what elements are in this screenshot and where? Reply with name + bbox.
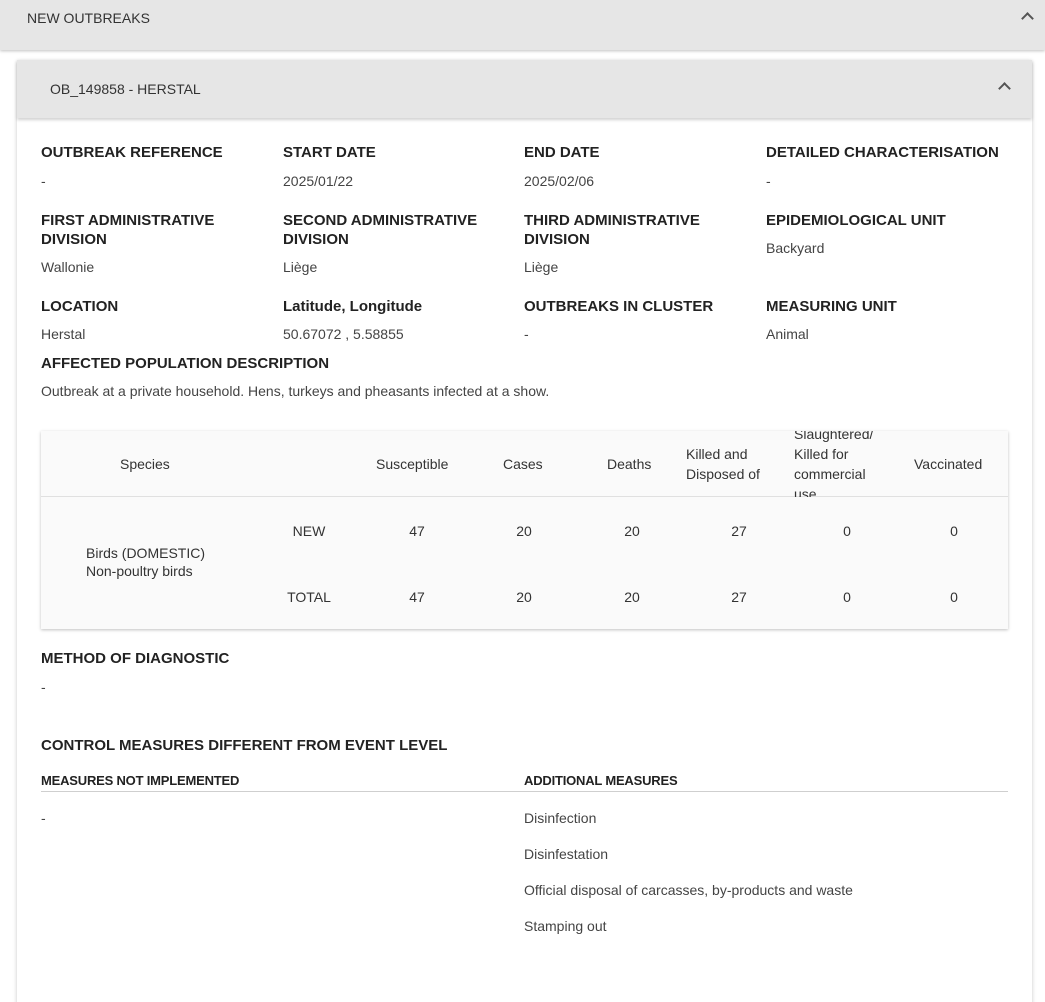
list-item: Disinfection [524, 810, 597, 826]
page: NEW OUTBREAKS OB_149858 - HERSTAL OUTBRE… [0, 0, 1045, 1002]
outbreaks-in-cluster-value: - [524, 326, 529, 342]
measures-divider [41, 791, 1008, 792]
row-new-killed: 27 [731, 523, 747, 539]
list-item: Stamping out [524, 918, 607, 934]
first-admin-value: Wallonie [41, 259, 95, 275]
diagnostic-value: - [41, 679, 46, 695]
chevron-up-icon[interactable] [1021, 12, 1034, 25]
row-total-slaughtered: 0 [843, 589, 851, 605]
affected-population-value: Outbreak at a private household. Hens, t… [41, 383, 550, 399]
second-admin-label-line2: DIVISION [283, 231, 349, 248]
second-admin-value: Liège [283, 259, 318, 275]
species-line1: Birds (DOMESTIC) [86, 545, 205, 561]
row-total-deaths: 20 [624, 589, 640, 605]
th-species: Species [120, 456, 170, 472]
th-slaughtered-line1: Slaughtered/ [794, 431, 874, 442]
th-slaughtered-line4: use [794, 486, 817, 497]
chevron-up-icon[interactable] [998, 82, 1011, 95]
detailed-characterisation-value: - [766, 173, 771, 189]
measuring-unit-label: MEASURING UNIT [766, 298, 897, 315]
epi-unit-value: Backyard [766, 240, 825, 256]
diagnostic-label: METHOD OF DIAGNOSTIC [41, 650, 230, 667]
measures-not-implemented-value: - [41, 810, 46, 826]
detailed-characterisation-label: DETAILED CHARACTERISATION [766, 144, 999, 161]
th-slaughtered-line3: commercial [794, 466, 866, 482]
measures-not-implemented-label: MEASURES NOT IMPLEMENTED [41, 773, 240, 788]
location-value: Herstal [41, 326, 86, 342]
species-line2: Non-poultry birds [86, 563, 193, 579]
th-deaths: Deaths [607, 456, 652, 472]
end-date-value: 2025/02/06 [524, 173, 595, 189]
row-total-label: TOTAL [287, 589, 331, 605]
outbreak-card-title: OB_149858 - HERSTAL [50, 81, 201, 97]
second-admin-label-line1: SECOND ADMINISTRATIVE [283, 212, 478, 229]
row-total-killed: 27 [731, 589, 747, 605]
row-new-deaths: 20 [624, 523, 640, 539]
row-new-vaccinated: 0 [950, 523, 958, 539]
th-susceptible: Susceptible [376, 456, 449, 472]
outbreak-card-header[interactable]: OB_149858 - HERSTAL [17, 60, 1032, 118]
row-new-susceptible: 47 [409, 523, 425, 539]
epi-unit-label: EPIDEMIOLOGICAL UNIT [766, 212, 946, 229]
row-new-slaughtered: 0 [843, 523, 851, 539]
th-killed-line1: Killed and [686, 446, 748, 462]
third-admin-value: Liège [524, 259, 559, 275]
second-admin-label: SECOND ADMINISTRATIVE DIVISION [283, 211, 477, 249]
row-total-susceptible: 47 [409, 589, 425, 605]
th-slaughtered: Slaughtered/ Killed for commercial use [794, 431, 894, 497]
species-cell: Birds (DOMESTIC) Non-poultry birds [86, 544, 205, 580]
third-admin-label: THIRD ADMINISTRATIVE DIVISION [524, 211, 700, 249]
row-total-vaccinated: 0 [950, 589, 958, 605]
measuring-unit-value: Animal [766, 326, 809, 342]
th-killed: Killed and Disposed of [686, 444, 760, 484]
third-admin-label-line1: THIRD ADMINISTRATIVE [524, 212, 700, 229]
affected-population-label: AFFECTED POPULATION DESCRIPTION [41, 355, 330, 372]
row-new-label: NEW [292, 523, 326, 539]
row-new-cases: 20 [516, 523, 532, 539]
control-measures-title: CONTROL MEASURES DIFFERENT FROM EVENT LE… [41, 737, 448, 754]
row-total-cases: 20 [516, 589, 532, 605]
start-date-value: 2025/01/22 [283, 173, 354, 189]
th-cases: Cases [503, 456, 543, 472]
lat-long-label: Latitude, Longitude [283, 298, 423, 315]
first-admin-label: FIRST ADMINISTRATIVE DIVISION [41, 211, 214, 249]
location-label: LOCATION [41, 298, 119, 315]
list-item: Official disposal of carcasses, by-produ… [524, 882, 853, 898]
th-slaughtered-line2: Killed for [794, 446, 849, 462]
th-vaccinated: Vaccinated [914, 456, 983, 472]
new-outbreaks-header[interactable]: NEW OUTBREAKS [0, 0, 1045, 50]
outbreak-reference-label: OUTBREAK REFERENCE [41, 144, 223, 161]
first-admin-label-line2: DIVISION [41, 231, 107, 248]
section-title: NEW OUTBREAKS [27, 10, 150, 26]
th-killed-line2: Disposed of [686, 466, 760, 482]
third-admin-label-line2: DIVISION [524, 231, 590, 248]
additional-measures-label: ADDITIONAL MEASURES [524, 773, 678, 788]
outbreaks-in-cluster-label: OUTBREAKS IN CLUSTER [524, 298, 714, 315]
end-date-label: END DATE [524, 144, 600, 161]
lat-long-value: 50.67072 , 5.58855 [283, 326, 404, 342]
table-header: Species Susceptible Cases Deaths Killed … [41, 431, 1008, 497]
list-item: Disinfestation [524, 846, 609, 862]
start-date-label: START DATE [283, 144, 376, 161]
species-table: Species Susceptible Cases Deaths Killed … [41, 431, 1008, 629]
outbreak-reference-value: - [41, 173, 46, 189]
first-admin-label-line1: FIRST ADMINISTRATIVE [41, 212, 215, 229]
